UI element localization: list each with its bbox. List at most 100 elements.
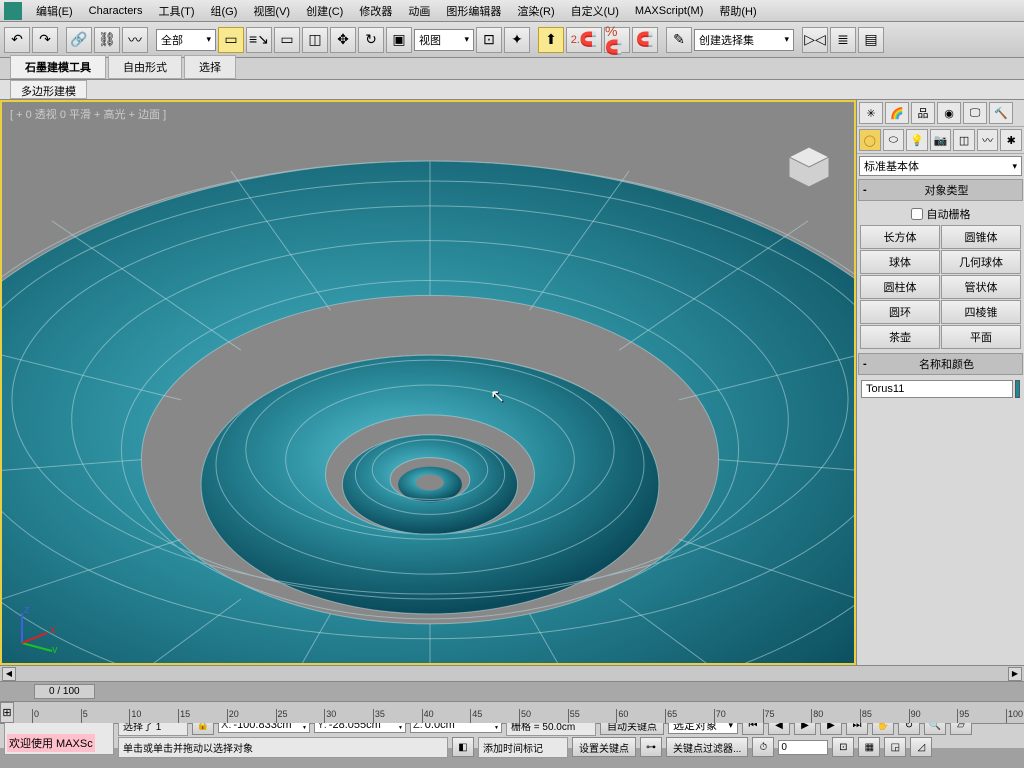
menu-animation[interactable]: 动画 bbox=[400, 3, 438, 19]
svg-text:x: x bbox=[50, 624, 56, 636]
menu-customize[interactable]: 自定义(U) bbox=[563, 3, 627, 19]
named-sets-edit[interactable]: ✎ bbox=[666, 27, 692, 53]
torus-button[interactable]: 圆环 bbox=[860, 300, 940, 324]
manipulate-button[interactable]: ✦ bbox=[504, 27, 530, 53]
window-crossing-button[interactable]: ◫ bbox=[302, 27, 328, 53]
ribbon-tab-selection[interactable]: 选择 bbox=[184, 55, 236, 79]
track-bar[interactable]: ⊞ 0 5 10 15 20 25 30 35 40 45 50 55 60 6… bbox=[0, 701, 1024, 723]
snap-toggle[interactable]: ⬆ bbox=[538, 27, 564, 53]
spacewarps-icon[interactable]: 〰 bbox=[977, 129, 999, 151]
ref-coord-combo[interactable]: 视图 bbox=[414, 29, 474, 51]
current-frame[interactable]: 0 bbox=[778, 740, 828, 755]
systems-icon[interactable]: ✱ bbox=[1000, 129, 1022, 151]
spinner-snap[interactable]: 🧲 bbox=[632, 27, 658, 53]
autogrid-checkbox[interactable] bbox=[911, 208, 923, 220]
time-slider-bar[interactable]: 0 / 100 bbox=[0, 681, 1024, 701]
sub-tab-polymodel[interactable]: 多边形建模 bbox=[10, 80, 87, 99]
menu-view[interactable]: 视图(V) bbox=[245, 3, 298, 19]
object-color-swatch[interactable] bbox=[1015, 380, 1020, 398]
select-region-button[interactable]: ▭ bbox=[274, 27, 300, 53]
display-tab-icon[interactable]: 🖵 bbox=[963, 102, 987, 124]
isolate-icon[interactable]: ◧ bbox=[452, 737, 474, 757]
time-config[interactable]: ⏱ bbox=[752, 737, 774, 757]
field-of-view[interactable]: ◿ bbox=[910, 737, 932, 757]
geosphere-button[interactable]: 几何球体 bbox=[941, 250, 1021, 274]
select-name-button[interactable]: ≡↘ bbox=[246, 27, 272, 53]
zoom-all[interactable]: ▦ bbox=[858, 737, 880, 757]
viewport-perspective[interactable]: [ + 0 透视 0 平滑 + 高光 + 边面 ] z x y bbox=[0, 100, 856, 665]
bind-button[interactable]: 〰 bbox=[122, 27, 148, 53]
scale-button[interactable]: ▣ bbox=[386, 27, 412, 53]
menu-graph[interactable]: 图形编辑器 bbox=[438, 3, 509, 19]
pyramid-button[interactable]: 四棱锥 bbox=[941, 300, 1021, 324]
ribbon-tab-freeform[interactable]: 自由形式 bbox=[108, 55, 182, 79]
motion-tab-icon[interactable]: ◉ bbox=[937, 102, 961, 124]
plane-button[interactable]: 平面 bbox=[941, 325, 1021, 349]
mirror-button[interactable]: ▷◁ bbox=[802, 27, 828, 53]
named-sets-combo[interactable]: 创建选择集 bbox=[694, 29, 794, 51]
utilities-tab-icon[interactable]: 🔨 bbox=[989, 102, 1013, 124]
sphere-button[interactable]: 球体 bbox=[860, 250, 940, 274]
scroll-right[interactable]: ▶ bbox=[1008, 667, 1022, 681]
set-key-button[interactable]: 设置关键点 bbox=[572, 737, 636, 757]
tick: 80 bbox=[811, 709, 823, 723]
menu-render[interactable]: 渲染(R) bbox=[509, 3, 562, 19]
menu-edit[interactable]: 编辑(E) bbox=[28, 3, 81, 19]
modify-tab-icon[interactable]: 🌈 bbox=[885, 102, 909, 124]
rollout-name-color[interactable]: -名称和颜色 bbox=[858, 353, 1023, 375]
selection-filter-combo[interactable]: 全部 bbox=[156, 29, 216, 51]
viewcube[interactable] bbox=[784, 142, 834, 192]
menu-maxscript[interactable]: MAXScript(M) bbox=[627, 5, 711, 17]
move-button[interactable]: ✥ bbox=[330, 27, 356, 53]
pivot-button[interactable]: ⊡ bbox=[476, 27, 502, 53]
rollout-object-type[interactable]: -对象类型 bbox=[858, 179, 1023, 201]
helpers-icon[interactable]: ◫ bbox=[953, 129, 975, 151]
lights-icon[interactable]: 💡 bbox=[906, 129, 928, 151]
redo-button[interactable]: ↷ bbox=[32, 27, 58, 53]
track-config[interactable]: ⊞ bbox=[0, 702, 14, 723]
category-combo[interactable]: 标准基本体 bbox=[859, 156, 1022, 176]
zoom-extents[interactable]: ⊡ bbox=[832, 737, 854, 757]
object-name-input[interactable] bbox=[861, 380, 1013, 398]
layers-button[interactable]: ▤ bbox=[858, 27, 884, 53]
scroll-left[interactable]: ◀ bbox=[2, 667, 16, 681]
undo-button[interactable]: ↶ bbox=[4, 27, 30, 53]
app-icon[interactable] bbox=[4, 2, 22, 20]
menu-characters[interactable]: Characters bbox=[81, 5, 151, 17]
add-time-tag[interactable]: 添加时间标记 bbox=[478, 737, 568, 758]
tube-button[interactable]: 管状体 bbox=[941, 275, 1021, 299]
key-icon[interactable]: ⊶ bbox=[640, 737, 662, 757]
menu-help[interactable]: 帮助(H) bbox=[711, 3, 764, 19]
tick: 95 bbox=[957, 709, 969, 723]
min-max-viewport[interactable]: ◲ bbox=[884, 737, 906, 757]
unlink-button[interactable]: ⛓ bbox=[94, 27, 120, 53]
create-tab-icon[interactable]: ✳ bbox=[859, 102, 883, 124]
cameras-icon[interactable]: 📷 bbox=[930, 129, 952, 151]
menu-tools[interactable]: 工具(T) bbox=[150, 3, 202, 19]
rotate-button[interactable]: ↻ bbox=[358, 27, 384, 53]
menu-group[interactable]: 组(G) bbox=[203, 3, 246, 19]
tick: 40 bbox=[422, 709, 434, 723]
viewport-scroll[interactable]: ◀ ▶ bbox=[0, 665, 1024, 681]
viewport-label[interactable]: [ + 0 透视 0 平滑 + 高光 + 边面 ] bbox=[10, 106, 166, 122]
menu-create[interactable]: 创建(C) bbox=[298, 3, 351, 19]
angle-snap[interactable]: 2.🧲 bbox=[566, 27, 602, 53]
ribbon-tab-graphite[interactable]: 石墨建模工具 bbox=[10, 55, 106, 79]
track-ruler[interactable]: 0 5 10 15 20 25 30 35 40 45 50 55 60 65 … bbox=[32, 702, 1006, 723]
time-slider[interactable]: 0 / 100 bbox=[34, 684, 95, 699]
select-button[interactable]: ▭ bbox=[218, 27, 244, 53]
shapes-icon[interactable]: ⬭ bbox=[883, 129, 905, 151]
key-filters-button[interactable]: 关键点过滤器... bbox=[666, 737, 748, 757]
percent-snap[interactable]: %🧲 bbox=[604, 27, 630, 53]
tick: 20 bbox=[227, 709, 239, 723]
align-button[interactable]: ≣ bbox=[830, 27, 856, 53]
box-button[interactable]: 长方体 bbox=[860, 225, 940, 249]
tick: 10 bbox=[129, 709, 141, 723]
teapot-button[interactable]: 茶壶 bbox=[860, 325, 940, 349]
cylinder-button[interactable]: 圆柱体 bbox=[860, 275, 940, 299]
geometry-icon[interactable]: ◯ bbox=[859, 129, 881, 151]
menu-modifiers[interactable]: 修改器 bbox=[351, 3, 400, 19]
link-button[interactable]: 🔗 bbox=[66, 27, 92, 53]
cone-button[interactable]: 圆锥体 bbox=[941, 225, 1021, 249]
hierarchy-tab-icon[interactable]: 品 bbox=[911, 102, 935, 124]
